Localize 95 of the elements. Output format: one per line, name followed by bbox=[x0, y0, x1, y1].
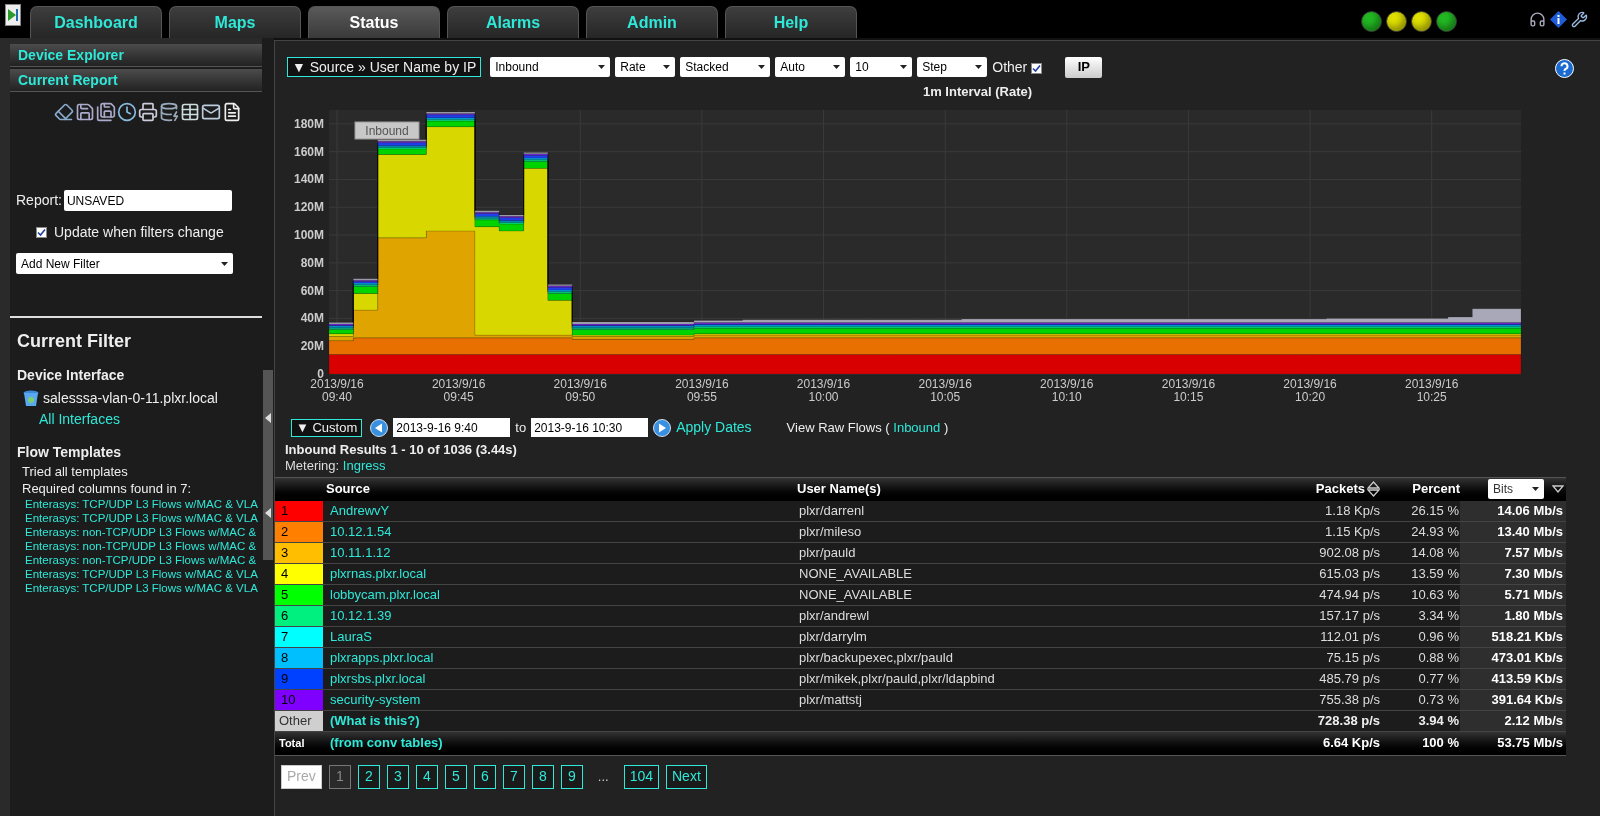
axis-label: 2013/9/16 09:45 bbox=[431, 376, 486, 404]
table-cell-text: plxr/mileso bbox=[798, 522, 862, 541]
rank-cell: 10 bbox=[275, 689, 323, 710]
axis-label: 2013/9/16 09:50 bbox=[553, 376, 607, 404]
rank-cell: 5 bbox=[275, 584, 323, 605]
rank-cell: 6 bbox=[275, 605, 323, 626]
table-cell-text: NONE_AVAILABLE bbox=[798, 564, 912, 583]
table-cell-text: 100 % bbox=[1422, 734, 1460, 753]
annotation: Inbound bbox=[365, 123, 409, 138]
axis-label: 100M bbox=[293, 227, 324, 242]
table-cell: 7.30 Mb/s bbox=[1460, 563, 1566, 584]
raw-flows-text: View Raw Flows ( Inbound ) bbox=[786, 418, 949, 437]
axis-label: 160M bbox=[293, 144, 324, 159]
table-cell-text: plxr/pauld bbox=[798, 543, 856, 562]
subsection-title: Device Interface bbox=[17, 366, 126, 385]
table-cell-text: 0.73 % bbox=[1418, 690, 1460, 709]
rank-cell: 3 bbox=[275, 542, 323, 563]
table-note: (from conv tables) bbox=[329, 734, 443, 753]
chart-title: 1m Interval (Rate) bbox=[922, 83, 1033, 101]
table-cell-text: 3.94 % bbox=[1418, 711, 1460, 730]
table-cell-text: 615.03 p/s bbox=[1319, 564, 1380, 583]
table-cell: 391.64 Kb/s bbox=[1460, 689, 1566, 710]
table-cell: 7.57 Mb/s bbox=[1460, 542, 1566, 563]
table-cell-text: 13.59 % bbox=[1411, 564, 1460, 583]
results-summary: Inbound Results 1 - 10 of 1036 (3.44s) bbox=[285, 441, 518, 458]
info-text: Tried all templates bbox=[22, 463, 129, 480]
table-cell-text: 0.96 % bbox=[1418, 627, 1460, 646]
rank-cell: 8 bbox=[275, 647, 323, 668]
table-cell-text: 728.38 p/s bbox=[1317, 711, 1380, 730]
table-cell-text: 112.01 p/s bbox=[1320, 627, 1380, 646]
rank-cell: 7 bbox=[275, 626, 323, 647]
table-cell-text: 24.93 % bbox=[1411, 522, 1460, 541]
table-cell: 1.80 Mb/s bbox=[1460, 605, 1566, 626]
table-cell: 518.21 Kb/s bbox=[1460, 626, 1566, 647]
other-cell: Other bbox=[275, 710, 323, 731]
table-cell-text: 0.88 % bbox=[1418, 648, 1460, 667]
table-cell-text: 6.64 Kp/s bbox=[1322, 734, 1380, 753]
axis-label: 180M bbox=[293, 116, 324, 131]
axis-label: 2013/9/16 10:20 bbox=[1283, 376, 1337, 404]
axis-label: 60M bbox=[300, 283, 324, 298]
device-name: salesssa-vlan-0-11.plxr.local bbox=[43, 389, 218, 408]
rank-cell: 4 bbox=[275, 563, 323, 584]
info-text: Required columns found in 7: bbox=[22, 480, 193, 497]
table-cell: 2.12 Mb/s bbox=[1460, 710, 1566, 731]
axis-label: 80M bbox=[300, 255, 324, 270]
table-cell: 5.71 Mb/s bbox=[1460, 584, 1566, 605]
table-cell: 13.40 Mb/s bbox=[1460, 521, 1566, 542]
range-separator: to bbox=[515, 418, 527, 437]
axis-label: 2013/9/16 10:10 bbox=[1040, 376, 1094, 404]
table-cell-text: plxr/darrenl bbox=[798, 501, 865, 520]
chart-tooltip: Inbound bbox=[354, 121, 420, 139]
rank-cell: 2 bbox=[275, 521, 323, 542]
metering-text: Metering: Ingress bbox=[285, 457, 386, 474]
total-label: Total bbox=[278, 735, 306, 751]
table-cell-text: NONE_AVAILABLE bbox=[798, 585, 912, 604]
field-label: Report: bbox=[16, 191, 62, 210]
axis-label: 140M bbox=[293, 171, 324, 186]
table-cell: 473.01 Kb/s bbox=[1460, 647, 1566, 668]
table-cell: 14.06 Mb/s bbox=[1460, 500, 1566, 521]
rank-cell: 1 bbox=[275, 500, 323, 521]
table-cell-text: plxr/backupexec,plxr/pauld bbox=[798, 648, 953, 667]
table-cell-text: 75.15 p/s bbox=[1326, 648, 1380, 667]
axis-label: 2013/9/16 10:25 bbox=[1405, 376, 1459, 404]
axis-label: 2013/9/16 10:00 bbox=[796, 376, 851, 404]
table-cell: 413.59 Kb/s bbox=[1460, 668, 1566, 689]
table-cell-text: 14.08 % bbox=[1411, 543, 1460, 562]
axis-label: 2013/9/16 10:15 bbox=[1161, 376, 1216, 404]
table-cell-text: 485.79 p/s bbox=[1319, 669, 1380, 688]
axis-label: 2013/9/16 10:05 bbox=[918, 376, 972, 404]
table-cell-text: 474.94 p/s bbox=[1319, 585, 1380, 604]
table-cell-text: 1.15 Kp/s bbox=[1325, 522, 1380, 541]
axis-label: 20M bbox=[300, 338, 324, 353]
table-cell-text: 53.75 Mb/s bbox=[1497, 734, 1564, 753]
table-cell-text: 26.15 % bbox=[1411, 501, 1460, 520]
table-cell-text: 902.08 p/s bbox=[1319, 543, 1380, 562]
axis-label: 2013/9/16 09:55 bbox=[675, 376, 729, 404]
checkbox-label: Update when filters change bbox=[54, 223, 224, 242]
section-title: Current Filter bbox=[17, 330, 132, 353]
table-cell-text: 1.18 Kp/s bbox=[1325, 501, 1380, 520]
table-cell-text: plxr/darrylm bbox=[798, 627, 867, 646]
subsection-title: Flow Templates bbox=[17, 443, 122, 462]
rank-cell: 9 bbox=[275, 668, 323, 689]
axis-label: 120M bbox=[293, 199, 324, 214]
checkbox-label: Other bbox=[992, 57, 1028, 77]
table-cell-text: 157.17 p/s bbox=[1319, 606, 1380, 625]
table-cell-text: plxr/mattstj bbox=[798, 690, 862, 709]
table-cell-text: 10.63 % bbox=[1411, 585, 1460, 604]
table-cell-text: 755.38 p/s bbox=[1319, 690, 1380, 709]
pagination-ellipsis: ... bbox=[596, 767, 610, 786]
table-cell-text: 3.34 % bbox=[1418, 606, 1460, 625]
axis-label: 40M bbox=[300, 310, 324, 325]
axis-label: 2013/9/16 09:40 bbox=[310, 376, 364, 404]
table-cell-text: plxr/mikek,plxr/pauld,plxr/ldapbind bbox=[798, 669, 995, 688]
table-cell-text: plxr/andrewl bbox=[798, 606, 870, 625]
table-cell-text: 0.77 % bbox=[1418, 669, 1460, 688]
